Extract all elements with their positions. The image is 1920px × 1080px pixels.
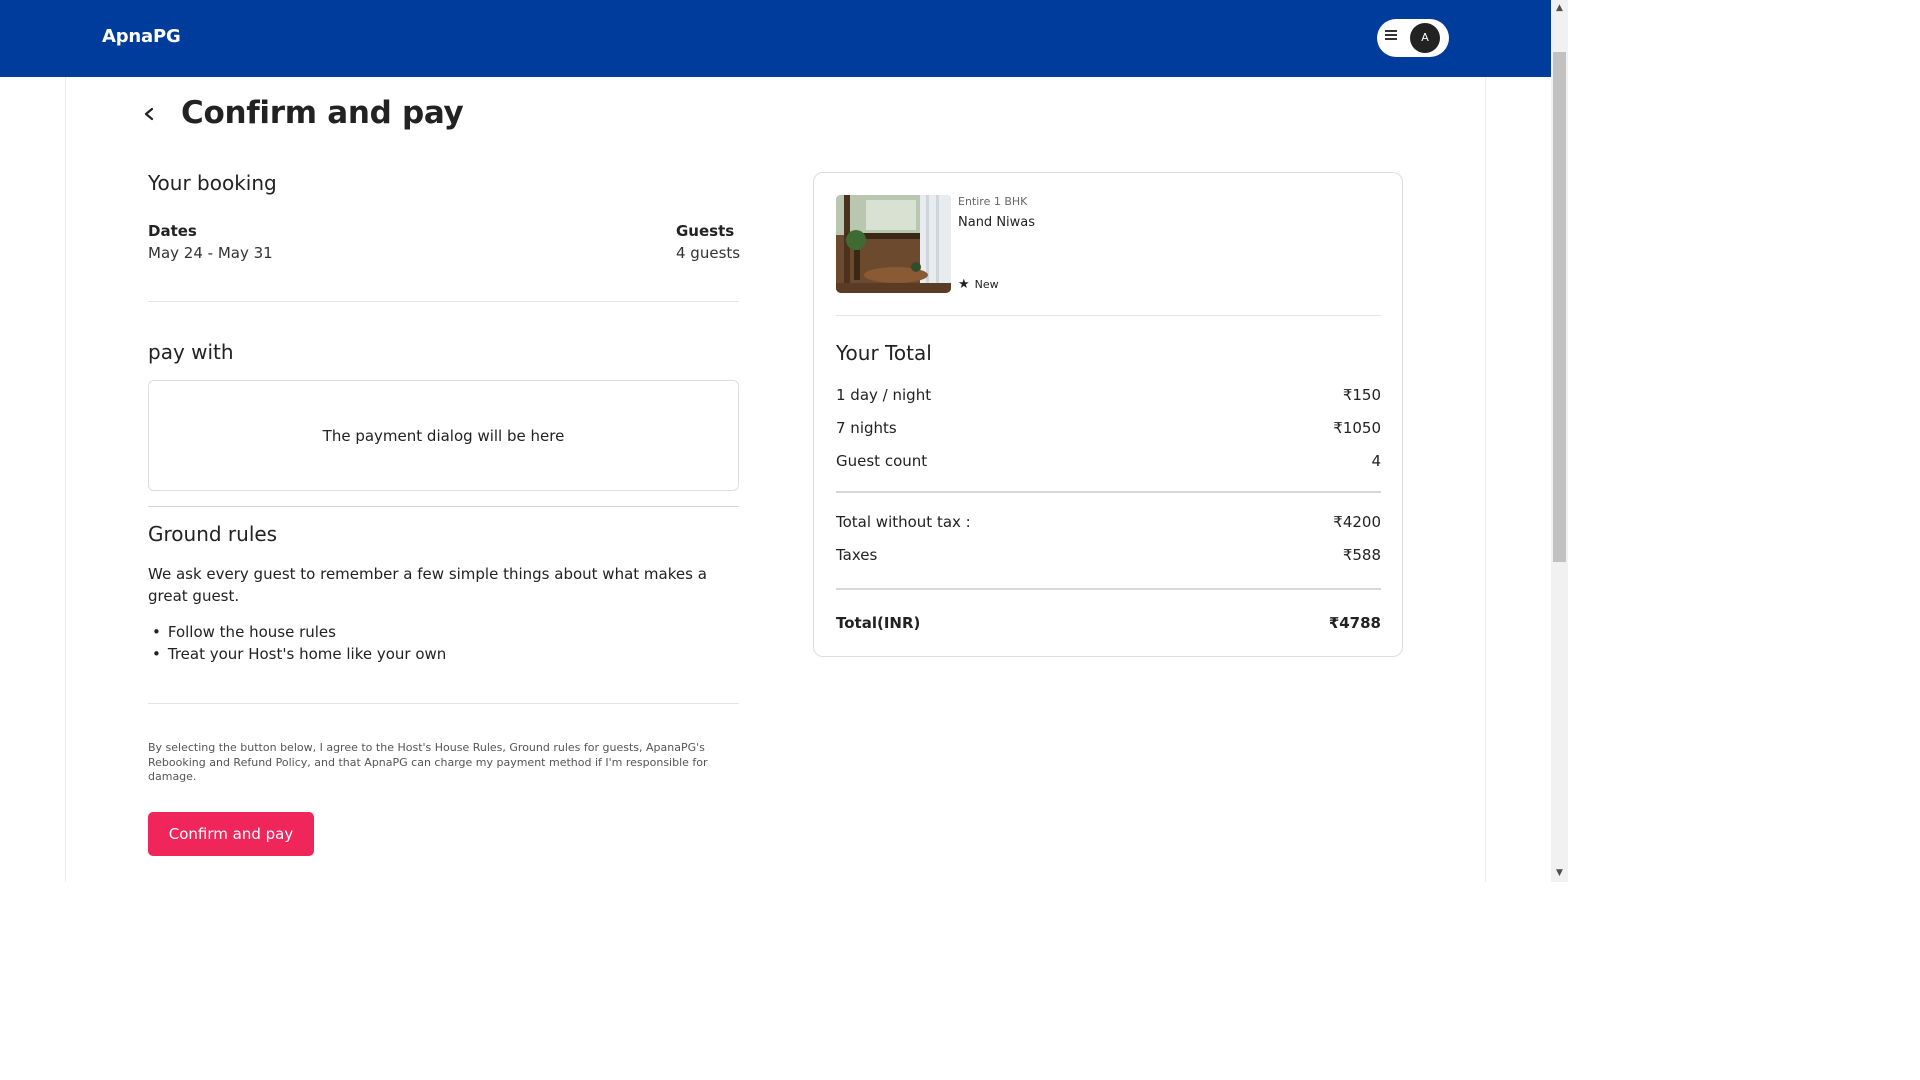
grand-total-value: ₹4788 bbox=[1328, 614, 1381, 632]
price-row: 1 day / night ₹150 bbox=[836, 386, 1381, 404]
price-row: Taxes ₹588 bbox=[836, 546, 1381, 564]
ground-rules-description: We ask every guest to remember a few sim… bbox=[148, 565, 707, 605]
row-label: 7 nights bbox=[836, 419, 897, 437]
back-icon[interactable] bbox=[142, 102, 158, 126]
user-menu-button[interactable]: A bbox=[1377, 19, 1449, 57]
price-row: 7 nights ₹1050 bbox=[836, 419, 1381, 437]
payment-placeholder: The payment dialog will be here bbox=[322, 427, 565, 445]
guests-label: Guests bbox=[676, 222, 735, 240]
confirm-and-pay-button[interactable]: Confirm and pay bbox=[148, 812, 314, 856]
price-row: Total without tax : ₹4200 bbox=[836, 513, 1381, 531]
row-label: 1 day / night bbox=[836, 386, 932, 404]
payment-dialog[interactable]: The payment dialog will be here bbox=[148, 380, 739, 491]
divider bbox=[148, 301, 739, 302]
row-value: ₹4200 bbox=[1333, 513, 1381, 531]
grand-total-row: Total(INR) ₹4788 bbox=[836, 614, 1381, 632]
row-value: 4 bbox=[1371, 452, 1381, 470]
rating: ★ New bbox=[958, 276, 999, 292]
list-item: Follow the house rules bbox=[152, 621, 446, 643]
avatar: A bbox=[1410, 23, 1440, 53]
divider bbox=[836, 315, 1381, 316]
ground-rules-list: Follow the house rules Treat your Host's… bbox=[152, 621, 446, 665]
dates-label: Dates bbox=[148, 222, 197, 240]
listing-type: Entire 1 BHK bbox=[958, 195, 1028, 208]
your-total-title: Your Total bbox=[836, 341, 932, 365]
divider bbox=[148, 506, 739, 507]
rating-label: New bbox=[974, 278, 999, 291]
grand-total-label: Total(INR) bbox=[836, 614, 921, 632]
price-summary-card: Entire 1 BHK Nand Niwas ★ New Your Total… bbox=[813, 172, 1403, 657]
pay-with-title: pay with bbox=[148, 340, 234, 364]
star-icon: ★ bbox=[958, 276, 970, 292]
row-label: Guest count bbox=[836, 452, 928, 470]
listing-name[interactable]: Nand Niwas bbox=[958, 215, 1035, 230]
row-label: Taxes bbox=[836, 546, 878, 564]
booking-section-title: Your booking bbox=[148, 171, 277, 195]
divider bbox=[148, 703, 739, 704]
scroll-down-icon[interactable]: ▼ bbox=[1551, 865, 1568, 882]
legal-agreement-text: By selecting the button below, I agree t… bbox=[148, 741, 708, 783]
listing-photo[interactable] bbox=[836, 195, 951, 293]
page-title: Confirm and pay bbox=[181, 95, 464, 131]
row-value: ₹1050 bbox=[1333, 419, 1381, 437]
hamburger-icon bbox=[1385, 30, 1399, 46]
divider bbox=[836, 491, 1381, 493]
list-item: Treat your Host's home like your own bbox=[152, 643, 446, 665]
price-row: Guest count 4 bbox=[836, 452, 1381, 470]
row-label: Total without tax : bbox=[836, 513, 971, 531]
brand-logo[interactable]: ApnaPG bbox=[102, 26, 181, 47]
ground-rules-title: Ground rules bbox=[148, 522, 278, 546]
divider bbox=[836, 588, 1381, 590]
scrollbar-thumb[interactable] bbox=[1553, 52, 1566, 562]
row-value: ₹150 bbox=[1342, 386, 1381, 404]
guests-value: 4 guests bbox=[676, 244, 741, 262]
top-navbar: ApnaPG A bbox=[0, 0, 1551, 77]
row-value: ₹588 bbox=[1342, 546, 1381, 564]
dates-value: May 24 - May 31 bbox=[148, 244, 273, 262]
page-scrollbar[interactable]: ▲ ▼ bbox=[1551, 0, 1568, 882]
scroll-up-icon[interactable]: ▲ bbox=[1551, 0, 1568, 17]
